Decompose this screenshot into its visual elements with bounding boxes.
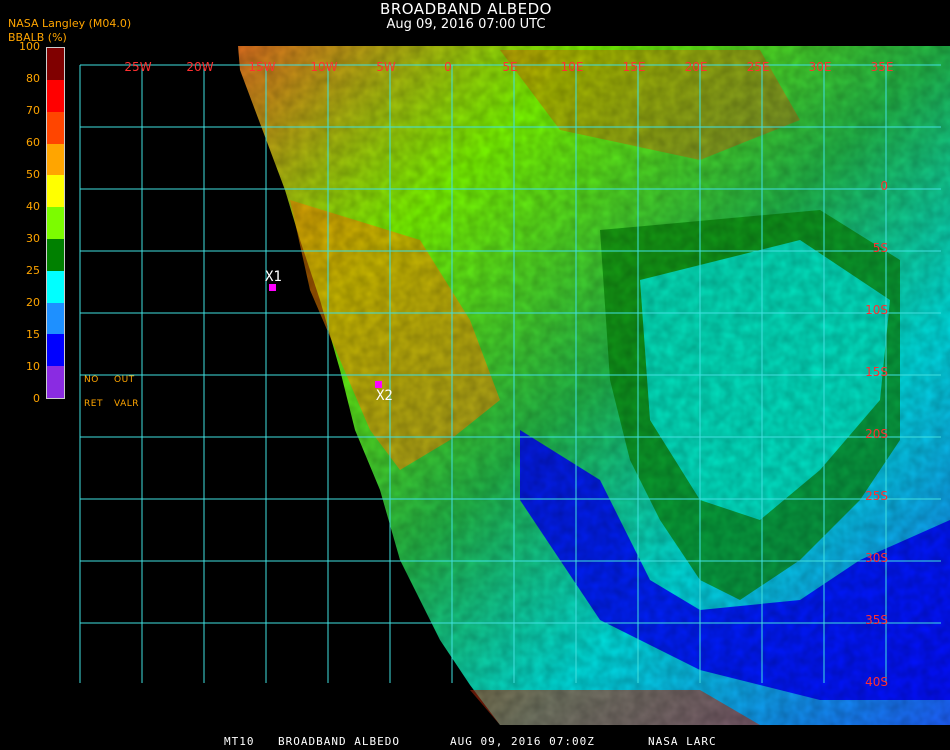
footer-satellite: MT10 (224, 735, 255, 748)
longitude-label: 15E (623, 60, 646, 74)
latitude-label: 25S (865, 489, 888, 503)
marker-x2-dot (375, 381, 382, 388)
longitude-label: 5E (502, 60, 517, 74)
longitude-label: 20W (186, 60, 213, 74)
latitude-label: 35S (865, 613, 888, 627)
longitude-label: 0 (444, 60, 452, 74)
longitude-label: 25E (747, 60, 770, 74)
map-area: 25W 20W 15W 10W 5W 0 5E 10E 15E 20E 25E 30E 35E 0 5S 1… (79, 46, 950, 725)
latitude-label: 0 (880, 179, 888, 193)
longitude-label: 5W (376, 60, 396, 74)
longitude-label: 15W (248, 60, 275, 74)
longitude-label: 30E (809, 60, 832, 74)
latitude-label: 5S (873, 241, 888, 255)
longitude-label: 35E (871, 60, 894, 74)
longitude-label: 20E (685, 60, 708, 74)
marker-x1-label: X1 (265, 269, 282, 285)
latitude-label: 15S (865, 365, 888, 379)
latitude-label: 40S (865, 675, 888, 689)
marker-x2-label: X2 (376, 388, 393, 404)
footer-source: NASA LARC (648, 735, 717, 748)
marker-x1-dot (269, 284, 276, 291)
latitude-label: 10S (865, 303, 888, 317)
latitude-label: 20S (865, 427, 888, 441)
footer-product: BROADBAND ALBEDO (278, 735, 400, 748)
longitude-label: 10W (310, 60, 337, 74)
footer-datetime: AUG 09, 2016 07:00Z (450, 735, 595, 748)
longitude-label: 10E (561, 60, 584, 74)
latitude-label: 30S (865, 551, 888, 565)
longitude-label: 25W (124, 60, 151, 74)
